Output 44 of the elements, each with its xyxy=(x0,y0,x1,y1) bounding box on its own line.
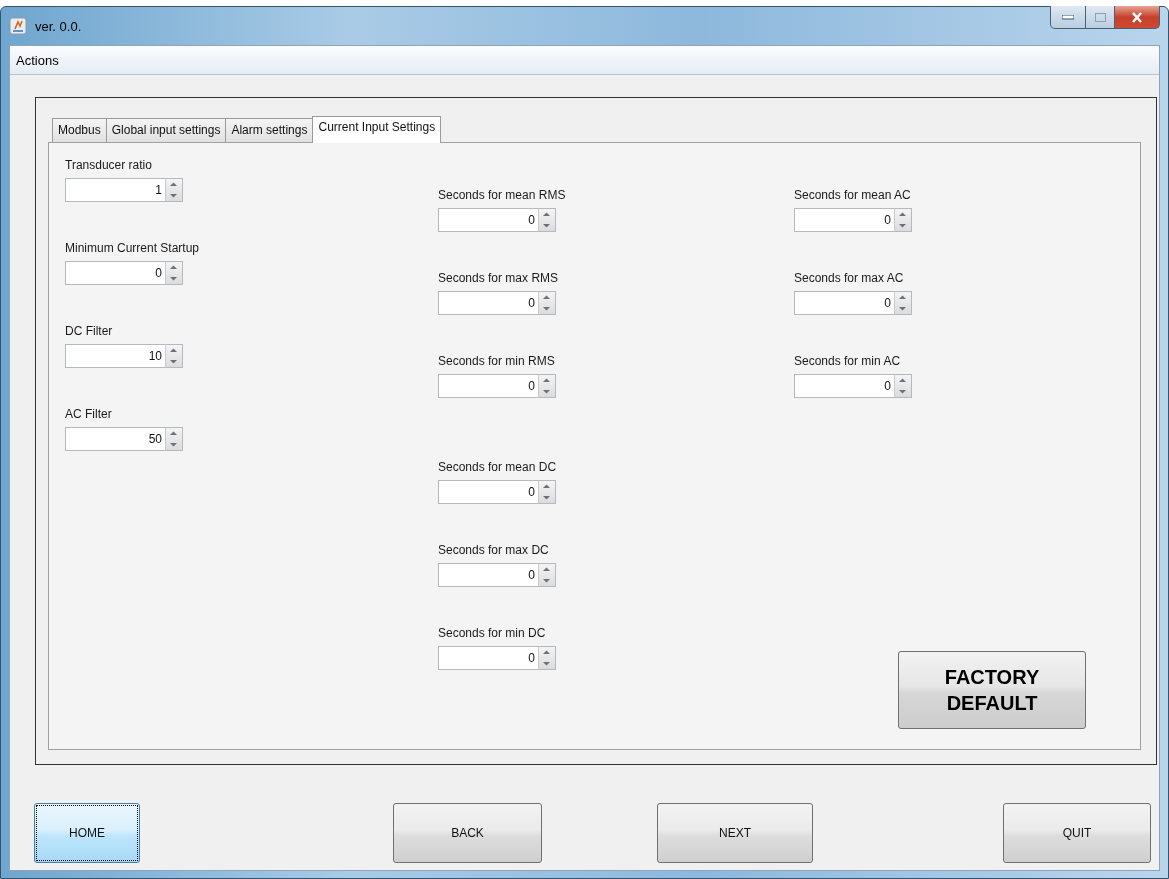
field-label: Seconds for max AC xyxy=(794,271,904,285)
maximize-icon xyxy=(1094,12,1106,22)
field-label: Seconds for min DC xyxy=(438,626,546,640)
spinner-field[interactable]: 0 xyxy=(438,374,538,398)
spinner-field[interactable]: 0 xyxy=(438,291,538,315)
field-label: Seconds for mean RMS xyxy=(438,188,566,202)
spinner-field[interactable]: 0 xyxy=(794,208,894,232)
spinner-field[interactable]: 1 xyxy=(65,178,165,202)
minimize-button[interactable] xyxy=(1050,6,1086,29)
spinner-field[interactable]: 0 xyxy=(794,374,894,398)
field-label: DC Filter xyxy=(65,324,113,338)
window-title: ver. 0.0. xyxy=(35,18,82,34)
field-label: Seconds for min AC xyxy=(794,354,901,368)
spinner-field[interactable]: 0 xyxy=(438,646,538,670)
field-label: Transducer ratio xyxy=(65,158,152,172)
field-label: Seconds for max RMS xyxy=(438,271,559,285)
field-label: Seconds for max DC xyxy=(438,543,549,557)
tab[interactable]: Modbus xyxy=(52,118,107,142)
field-label: Seconds for mean DC xyxy=(438,460,557,474)
nav-button[interactable]: HOME xyxy=(34,803,140,863)
factory-default-button[interactable]: FACTORY DEFAULT xyxy=(898,651,1086,729)
close-button[interactable] xyxy=(1115,6,1160,29)
menu-item[interactable]: Actions xyxy=(13,50,62,70)
close-icon xyxy=(1131,11,1143,23)
tab[interactable]: Global input settings xyxy=(105,118,227,142)
minimize-icon xyxy=(1062,14,1074,20)
maximize-button[interactable] xyxy=(1086,6,1115,29)
spinner-field[interactable]: 10 xyxy=(65,344,165,368)
nav-button[interactable]: NEXT xyxy=(657,803,813,863)
tab[interactable]: Alarm settings xyxy=(225,118,314,142)
field-label: Seconds for mean AC xyxy=(794,188,911,202)
nav-button[interactable]: BACK xyxy=(393,803,542,863)
field-label: Minimum Current Startup xyxy=(65,241,200,255)
spinner-field[interactable]: 0 xyxy=(794,291,894,315)
spinner-field[interactable]: 0 xyxy=(438,480,538,504)
spinner-field[interactable]: 0 xyxy=(438,208,538,232)
field-label: AC Filter xyxy=(65,407,112,421)
spinner-field[interactable]: 0 xyxy=(65,261,165,285)
spinner-field[interactable]: 0 xyxy=(438,563,538,587)
tab[interactable]: Current Input Settings xyxy=(312,116,442,143)
spinner-field[interactable]: 50 xyxy=(65,427,165,451)
app-icon xyxy=(9,17,27,35)
nav-button[interactable]: QUIT xyxy=(1003,803,1151,863)
field-label: Seconds for min RMS xyxy=(438,354,555,368)
